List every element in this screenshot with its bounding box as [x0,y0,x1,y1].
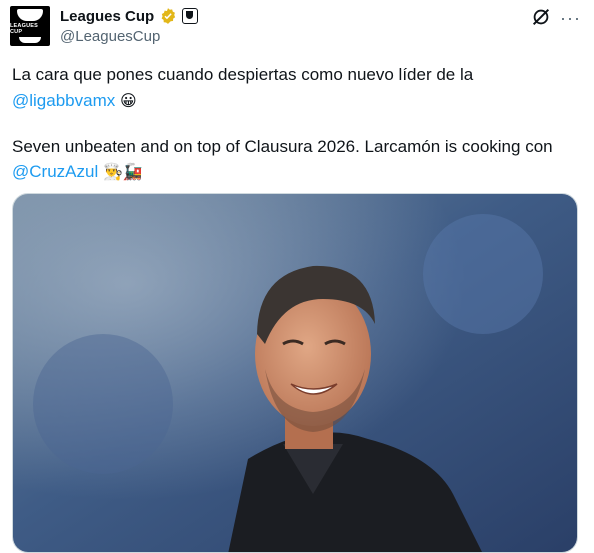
avatar[interactable]: LEAGUES CUP [10,6,50,46]
avatar-text: LEAGUES CUP [10,23,38,35]
affiliate-badge-icon[interactable] [182,8,199,24]
grok-icon[interactable] [530,6,552,28]
author-name-row: Leagues Cup [60,7,199,25]
author-name[interactable]: Leagues Cup [60,8,154,25]
logo-shape-bottom [19,37,41,43]
tweet-text-line-2: @ligabbvamx 😀 [12,89,137,113]
chef-train-emoji: 👨‍🍳🚂 [102,164,143,181]
tweet-text-line-4: @CruzAzul 👨‍🍳🚂 [12,160,143,184]
mention-ligabbvamx[interactable]: @ligabbvamx [12,91,115,110]
verified-badge-icon[interactable] [159,7,177,25]
logo-shape [17,9,43,21]
author-handle[interactable]: @LeaguesCup [60,28,160,45]
tweet-text-line-1: La cara que pones cuando despiertas como… [12,65,474,84]
mention-cruzazul[interactable]: @CruzAzul [12,162,98,181]
tweet-photo[interactable] [12,193,578,553]
tweet-text-line-3: Seven unbeaten and on top of Clausura 20… [12,137,553,156]
photo-illustration [13,194,577,552]
grinning-face-emoji: 😀 [119,93,137,110]
more-icon[interactable]: ··· [560,8,581,29]
